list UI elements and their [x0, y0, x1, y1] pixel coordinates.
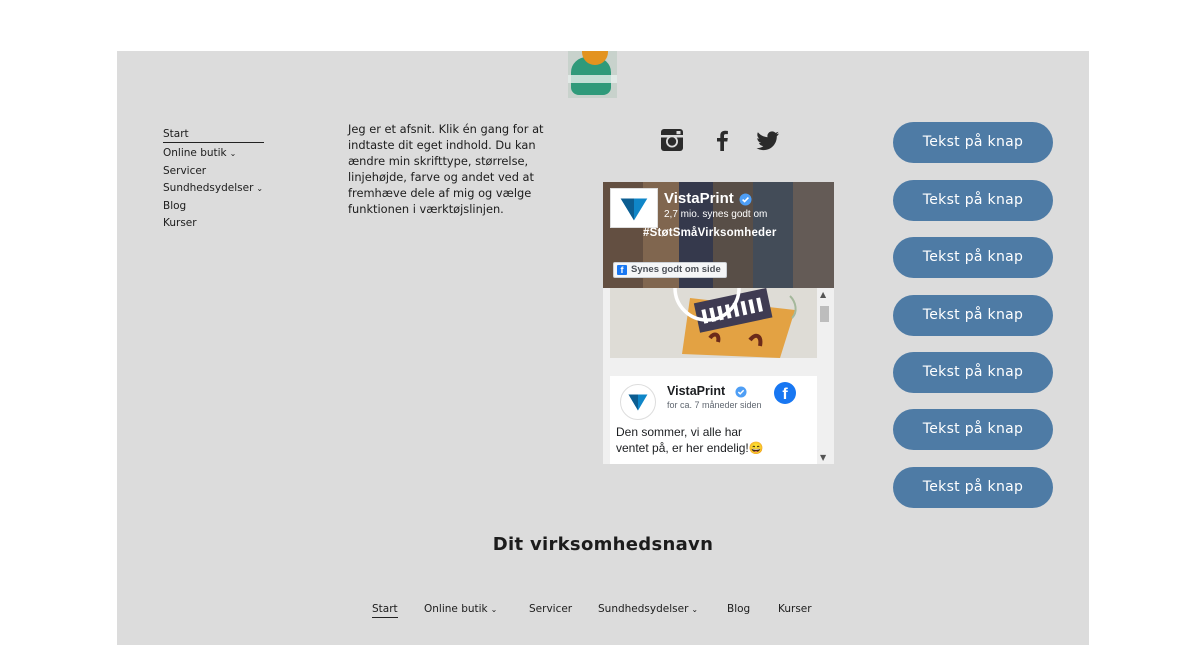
facebook-page-name[interactable]: VistaPrint — [664, 190, 734, 207]
main-nav: Start Online butik ⌄ Servicer Sundhedsyde… — [163, 127, 273, 233]
scroll-thumb[interactable] — [820, 306, 829, 322]
post-author-avatar[interactable] — [620, 384, 656, 420]
feed-scrollbar[interactable]: ▲ ▼ — [817, 288, 832, 464]
facebook-likes-count: 2,7 mio. synes godt om — [664, 209, 768, 220]
text-button-3[interactable]: Tekst på knap — [893, 237, 1053, 278]
facebook-feed: VistaPrint for ca. 7 måneder siden f Den… — [603, 288, 834, 464]
nav-item-kurser[interactable]: Kurser — [163, 215, 273, 233]
text-button-6[interactable]: Tekst på knap — [893, 409, 1053, 450]
footer-nav-online-butik[interactable]: Online butik ⌄ — [424, 601, 497, 618]
footer-nav-servicer[interactable]: Servicer — [529, 601, 572, 617]
verified-badge-icon — [735, 386, 747, 398]
post-author-name[interactable]: VistaPrint — [667, 384, 725, 398]
scroll-down-icon[interactable]: ▼ — [820, 453, 826, 462]
scroll-up-icon[interactable]: ▲ — [820, 290, 826, 299]
footer-nav-sundhedsydelser[interactable]: Sundhedsydelser ⌄ — [598, 601, 698, 618]
nav-item-online-butik[interactable]: Online butik ⌄ — [163, 145, 273, 163]
text-paragraph: Jeg er et afsnit. Klik én gang for at in… — [348, 122, 544, 216]
chevron-down-icon: ⌄ — [256, 184, 264, 194]
text-button-4[interactable]: Tekst på knap — [893, 295, 1053, 336]
text-button-2[interactable]: Tekst på knap — [893, 180, 1053, 221]
chevron-down-icon: ⌄ — [490, 605, 498, 614]
chevron-down-icon: ⌄ — [691, 605, 699, 614]
social-bar — [659, 127, 785, 155]
post-image[interactable] — [610, 288, 820, 358]
nav-item-start[interactable]: Start — [163, 127, 264, 143]
nav-item-servicer[interactable]: Servicer — [163, 163, 273, 181]
twitter-icon[interactable] — [755, 127, 781, 153]
verified-badge-icon — [739, 193, 752, 206]
footer-nav-blog[interactable]: Blog — [727, 601, 750, 617]
instagram-icon[interactable] — [659, 127, 685, 153]
like-page-button[interactable]: f Synes godt om side — [613, 262, 727, 278]
nav-item-blog[interactable]: Blog — [163, 198, 273, 216]
facebook-f-icon: f — [617, 265, 627, 275]
text-button-7[interactable]: Tekst på knap — [893, 467, 1053, 508]
facebook-logo-icon[interactable]: f — [774, 382, 796, 404]
facebook-page-widget[interactable]: VistaPrint 2,7 mio. synes godt om #StøtS… — [603, 182, 834, 464]
site-logo[interactable] — [568, 51, 617, 98]
page-canvas: Start Online butik ⌄ Servicer Sundhedsyde… — [117, 51, 1089, 645]
vistaprint-logo[interactable] — [610, 188, 658, 228]
cover-hashtag: #StøtSmåVirksomheder — [643, 227, 777, 239]
text-button-1[interactable]: Tekst på knap — [893, 122, 1053, 163]
footer-nav-kurser[interactable]: Kurser — [778, 601, 812, 617]
facebook-icon[interactable] — [709, 127, 735, 153]
facebook-post[interactable]: VistaPrint for ca. 7 måneder siden f Den… — [610, 376, 820, 464]
chevron-down-icon: ⌄ — [229, 149, 237, 158]
nav-item-sundhedsydelser[interactable]: Sundhedsydelser ⌄ — [163, 180, 273, 198]
footer-nav-start[interactable]: Start — [372, 601, 398, 618]
post-text: Den sommer, vi alle har ventet på, er he… — [616, 425, 764, 455]
business-name: Dit virksomhedsnavn — [492, 534, 714, 555]
facebook-cover[interactable]: VistaPrint 2,7 mio. synes godt om #StøtS… — [603, 182, 834, 288]
footer-nav: Start Online butik ⌄ Servicer Sundhedsyde… — [117, 601, 1089, 621]
post-timestamp[interactable]: for ca. 7 måneder siden — [667, 400, 762, 410]
text-button-5[interactable]: Tekst på knap — [893, 352, 1053, 393]
